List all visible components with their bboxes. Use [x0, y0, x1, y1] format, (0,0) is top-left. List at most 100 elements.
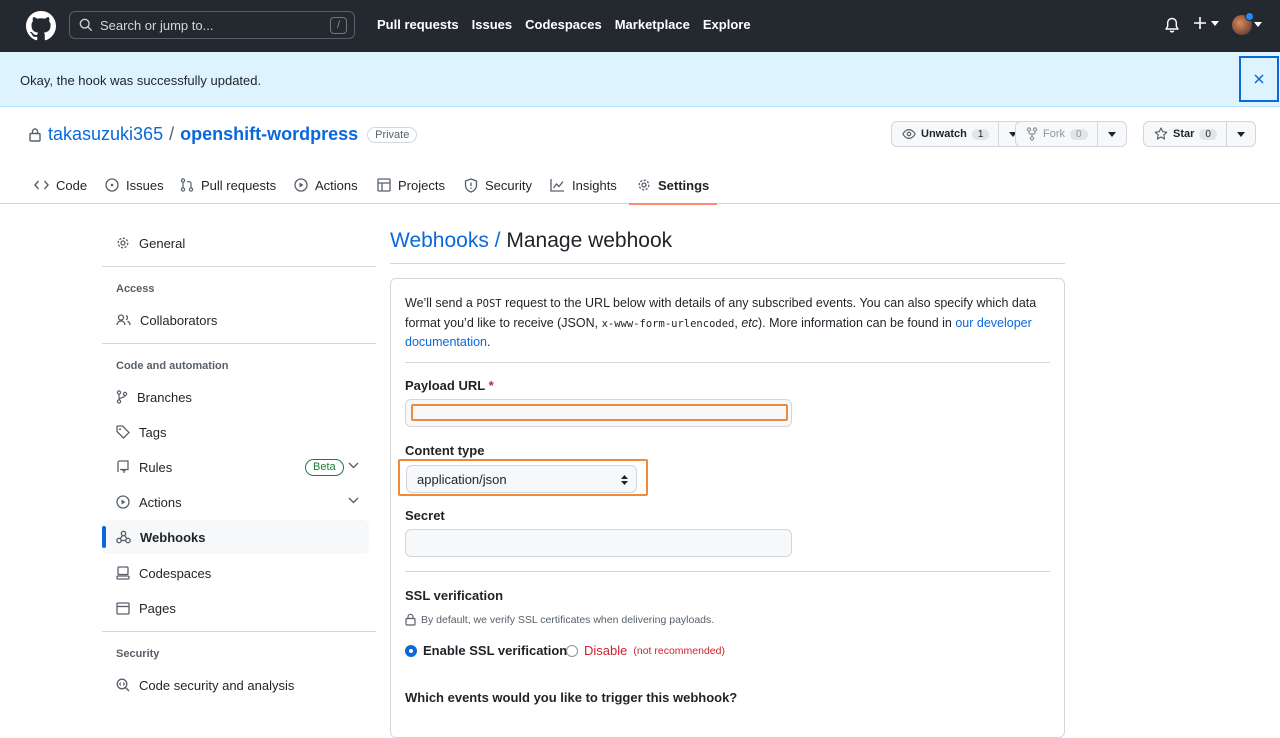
flash-close-button[interactable] [1239, 56, 1279, 102]
content-type-select[interactable]: application/json [406, 465, 637, 493]
play-icon [116, 495, 130, 509]
fork-button[interactable]: Fork 0 [1016, 122, 1098, 146]
repo-title: takasuzuki365 / openshift-wordpress Priv… [28, 124, 418, 145]
webhook-icon [116, 530, 131, 544]
sidebar-heading-security: Security [116, 648, 160, 660]
star-button[interactable]: Star 0 [1144, 122, 1227, 146]
breadcrumb-separator: / [488, 229, 507, 252]
top-header: Search or jump to... / Pull requests Iss… [0, 0, 1280, 52]
sidebar-item-branches[interactable]: Branches [102, 380, 369, 414]
fork-label: Fork [1043, 128, 1065, 140]
breadcrumb-webhooks[interactable]: Webhooks [390, 229, 489, 252]
sidebar-heading-code-automation: Code and automation [116, 360, 229, 372]
sidebar-heading-access: Access [116, 283, 155, 295]
intro-text: We’ll send a POST request to the URL bel… [405, 294, 1045, 352]
ssl-enable-radio[interactable]: Enable SSL verification [405, 643, 567, 658]
tab-insights[interactable]: Insights [550, 166, 617, 204]
tab-pull-requests[interactable]: Pull requests [180, 166, 276, 204]
tab-security[interactable]: Security [464, 166, 532, 204]
repo-separator: / [169, 124, 175, 144]
search-shortcut-badge: / [330, 17, 347, 34]
tab-actions-label: Actions [315, 177, 358, 193]
play-icon [294, 178, 308, 192]
nav-codespaces[interactable]: Codespaces [525, 17, 602, 32]
fork-icon [1026, 127, 1038, 141]
star-label: Star [1173, 128, 1195, 140]
sidebar-item-tags[interactable]: Tags [102, 415, 369, 449]
tab-pull-requests-label: Pull requests [201, 177, 277, 193]
star-dropdown-button[interactable] [1227, 122, 1255, 146]
secret-field[interactable] [405, 529, 792, 557]
sidebar-item-codespaces[interactable]: Codespaces [102, 556, 369, 590]
branch-icon [116, 390, 128, 404]
bell-icon[interactable] [1164, 17, 1180, 34]
sidebar-item-code-security[interactable]: Code security and analysis [102, 668, 369, 702]
radio-unchecked-icon [566, 644, 578, 657]
page-title-text: Manage webhook [506, 229, 673, 252]
tab-actions[interactable]: Actions [294, 166, 358, 204]
browser-icon [116, 601, 130, 615]
nav-issues[interactable]: Issues [472, 17, 512, 32]
unwatch-label: Unwatch [921, 128, 967, 140]
watch-button-group: Unwatch 1 [891, 121, 1029, 147]
star-icon [1154, 127, 1168, 141]
codespaces-icon [116, 566, 130, 580]
chevron-down-icon[interactable] [348, 462, 359, 469]
sidebar-item-webhooks[interactable]: Webhooks [102, 520, 369, 554]
sidebar-item-label: Rules [139, 459, 173, 475]
watch-count: 1 [971, 128, 990, 140]
notification-dot [1245, 12, 1254, 21]
unwatch-button[interactable]: Unwatch 1 [892, 122, 1000, 146]
fork-dropdown-button[interactable] [1098, 122, 1126, 146]
graph-icon [550, 178, 565, 192]
sidebar-item-actions[interactable]: Actions [102, 485, 369, 519]
sidebar-item-label: Collaborators [140, 312, 218, 328]
sidebar-divider [102, 631, 376, 632]
search-icon [79, 18, 93, 32]
chevron-down-icon[interactable] [1254, 22, 1262, 27]
intro-text-part: We’ll send a [405, 296, 477, 310]
heading-divider [390, 263, 1065, 264]
nav-marketplace[interactable]: Marketplace [615, 17, 690, 32]
sidebar-item-pages[interactable]: Pages [102, 591, 369, 625]
tab-projects[interactable]: Projects [377, 166, 445, 204]
codescan-icon [116, 678, 130, 692]
chevron-down-icon[interactable] [348, 497, 359, 504]
sidebar-item-label: Actions [139, 494, 182, 510]
repo-owner-link[interactable]: takasuzuki365 [48, 124, 163, 145]
sidebar-item-label: Codespaces [139, 565, 212, 581]
tab-code[interactable]: Code [34, 166, 87, 204]
code-icon [34, 179, 49, 191]
sidebar-divider [102, 266, 376, 267]
repo-tabs: Code Issues Pull requests Actions Projec… [0, 166, 1280, 205]
github-logo-icon[interactable] [26, 11, 56, 41]
people-icon [116, 313, 131, 327]
fork-count: 0 [1070, 128, 1088, 140]
chevron-down-icon [1211, 20, 1219, 26]
eye-icon [902, 128, 916, 140]
intro-code-form: x-www-form-urlencoded [601, 317, 735, 330]
sidebar-item-collaborators[interactable]: Collaborators [102, 303, 369, 337]
fork-button-group: Fork 0 [1015, 121, 1127, 147]
page-title: Webhooks / Manage webhook [390, 229, 672, 253]
sidebar-item-label: Pages [139, 600, 176, 616]
chevron-down-icon [1107, 131, 1116, 137]
radio-checked-icon [405, 644, 417, 657]
nav-pull-requests[interactable]: Pull requests [377, 17, 459, 32]
ssl-disable-radio[interactable]: Disable (not recommended) [566, 643, 725, 658]
shield-icon [464, 177, 478, 193]
sidebar-item-general[interactable]: General [102, 226, 369, 260]
create-new-button[interactable] [1193, 16, 1219, 30]
nav-explore[interactable]: Explore [703, 17, 751, 32]
repo-name-link[interactable]: openshift-wordpress [180, 124, 358, 145]
search-input[interactable]: Search or jump to... / [69, 11, 355, 39]
tab-settings[interactable]: Settings [628, 166, 718, 205]
tab-issues-label: Issues [126, 177, 164, 193]
select-arrows-icon [621, 474, 628, 486]
secret-label: Secret [405, 508, 445, 523]
tab-issues[interactable]: Issues [105, 166, 164, 204]
plus-icon [1193, 16, 1207, 30]
ssl-disable-note: (not recommended) [633, 644, 725, 657]
intro-etc: etc [741, 315, 759, 330]
star-count: 0 [1199, 128, 1217, 140]
